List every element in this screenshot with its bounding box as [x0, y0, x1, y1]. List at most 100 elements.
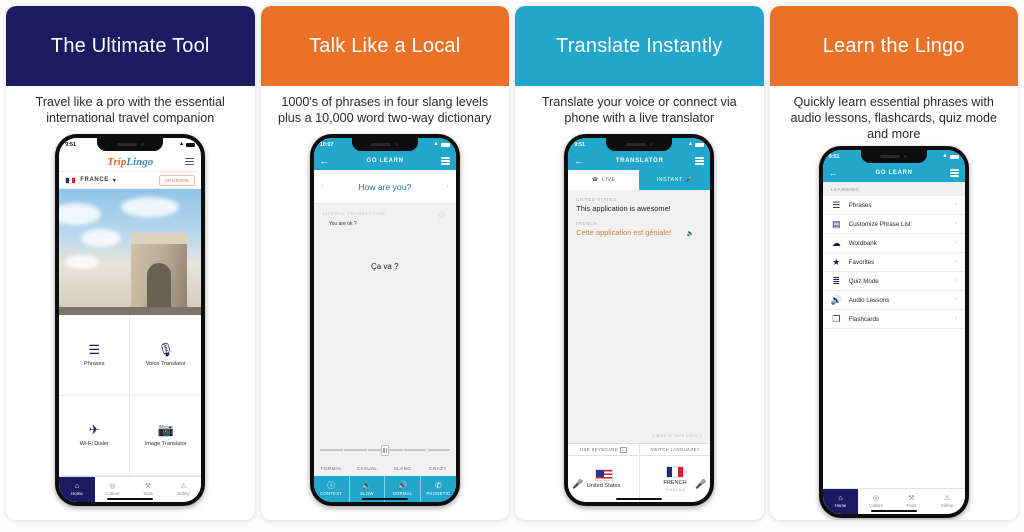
upgrade-button[interactable]: UPGRADE: [158, 174, 196, 186]
arc-de-triomphe-icon: [131, 233, 188, 309]
logo-text-trip: Trip: [107, 155, 127, 168]
list-item-wordbank[interactable]: ☁ Wordbank ›: [822, 234, 965, 253]
chevron-right-icon: ›: [954, 316, 957, 322]
use-keyboard-label: USE KEYBOARD: [580, 447, 619, 452]
tab-label-live: LIVE: [601, 177, 616, 183]
tab-safety[interactable]: ⚠ Safety: [166, 477, 202, 502]
language-left-united-states[interactable]: 🎤 United States: [568, 456, 640, 502]
app-store-screenshot-gallery: The Ultimate Tool Travel like a pro with…: [0, 0, 1024, 532]
tab-live[interactable]: ☎ LIVE: [568, 170, 640, 190]
slang-slider[interactable]: [319, 444, 450, 456]
battery-icon: [186, 142, 196, 148]
hamburger-menu-icon[interactable]: [949, 169, 959, 177]
status-time-2: 10:07: [319, 142, 334, 148]
microphone-icon[interactable]: 🎤: [695, 479, 706, 490]
hamburger-menu-icon[interactable]: [695, 157, 705, 165]
slang-level-slang[interactable]: SLANG: [385, 466, 421, 471]
action-label-slow: SLOW: [360, 491, 374, 496]
current-phrase: How are you?: [358, 181, 412, 192]
phone-notch-2: [351, 138, 418, 151]
card-title-4: Learn the Lingo: [822, 34, 965, 57]
chevron-right-icon: ›: [954, 259, 957, 265]
list-item-audio-lessons[interactable]: 🔊 Audio Lessons ›: [822, 291, 965, 310]
france-flag-icon: [65, 176, 77, 184]
chevron-right-icon: ›: [954, 221, 957, 227]
data-usage-label: 3 MINS OF DATA USED ⓘ: [653, 434, 703, 439]
slider-handle[interactable]: [380, 444, 389, 456]
list-item-customize-phrase-list[interactable]: ▤ Customize Phrase List ›: [822, 215, 965, 234]
phone-notch-3: [606, 138, 673, 151]
chevron-right-icon: ›: [954, 297, 957, 303]
slang-level-labels: FORMAL CASUAL SLANG CRAZY: [313, 460, 456, 476]
grid-item-phrases[interactable]: ☰ Phrases: [59, 315, 131, 396]
learning-menu-list: ☰ Phrases › ▤ Customize Phrase List › ☁ …: [822, 196, 965, 488]
target-text: Cette application est géniale!: [576, 228, 672, 237]
slang-level-crazy[interactable]: CRAZY: [420, 466, 456, 471]
list-label-phrases: Phrases: [848, 201, 872, 209]
next-phrase-button[interactable]: ›: [446, 183, 448, 190]
tab-safety[interactable]: ⚠ Safety: [929, 489, 965, 514]
battery-icon: [949, 154, 959, 160]
chevron-right-icon: ›: [954, 278, 957, 284]
tab-label-tools: Tools: [142, 491, 154, 496]
phonetic-icon: ✆: [435, 481, 442, 490]
hamburger-menu-icon[interactable]: [440, 157, 450, 165]
destination-hero-image: [59, 189, 202, 315]
back-arrow-icon[interactable]: ←: [574, 156, 584, 166]
favorite-star-icon[interactable]: ☆: [437, 211, 447, 222]
tab-instant[interactable]: INSTANT 🎤: [639, 170, 710, 190]
tools-icon: ⚒: [908, 495, 915, 502]
speaker-icon[interactable]: 🔈: [687, 230, 694, 237]
wifi-icon: ▲: [942, 153, 948, 160]
speaker-normal-icon: 🔊: [397, 481, 408, 490]
translator-action-row: USE KEYBOARD ⑅ SWITCH LANGUAGE?: [568, 443, 711, 456]
chevron-down-icon: ▾: [112, 177, 117, 184]
wifi-icon: ▲: [433, 141, 439, 148]
phone-call-icon: ☎: [591, 177, 599, 183]
right-country-label: FRENCH: [663, 480, 687, 486]
grid-item-image-translator[interactable]: 📷 Image Translator: [130, 396, 202, 476]
card-body-1: 9:51 ▲ TripLingo FRANCE ▾ UPGRADE ☰ Phra…: [6, 134, 255, 520]
slang-level-casual[interactable]: CASUAL: [349, 466, 385, 471]
list-label-wordbank: Wordbank: [848, 239, 877, 247]
list-item-favorites[interactable]: ★ Favorites ›: [822, 253, 965, 272]
list-item-quiz-mode[interactable]: ≣ Quiz Mode ›: [822, 272, 965, 291]
tab-label-culture: Culture: [868, 503, 884, 508]
camera-icon: 📷: [157, 422, 174, 438]
feature-card-talk-like-a-local: Talk Like a Local 1000's of phrases in f…: [260, 6, 509, 520]
list-item-phrases[interactable]: ☰ Phrases ›: [822, 196, 965, 215]
hamburger-menu-icon[interactable]: [185, 157, 195, 166]
tab-label-home: Home: [834, 503, 847, 508]
tab-home[interactable]: ⌂ Home: [59, 477, 95, 502]
action-context[interactable]: ⓘ CONTEXT: [314, 476, 350, 502]
use-keyboard-button[interactable]: USE KEYBOARD ⑅: [568, 444, 640, 455]
list-label-quiz-mode: Quiz Mode: [848, 277, 879, 285]
grid-item-wifi-dialer[interactable]: ✈ Wi-Fi Dialer: [59, 395, 131, 476]
action-phonetic[interactable]: ✆ PHONETIC: [421, 476, 456, 502]
phrase-navigator: ‹ How are you? ›: [313, 170, 456, 204]
info-circle-icon[interactable]: ⓘ: [698, 434, 702, 438]
switch-language-button[interactable]: SWITCH LANGUAGE?: [640, 444, 711, 455]
list-item-flashcards[interactable]: ❐ Flashcards ›: [822, 310, 965, 329]
customize-list-icon: ▤: [831, 218, 841, 229]
tab-label-safety: Safety: [940, 503, 954, 508]
card-title-2: Talk Like a Local: [309, 34, 461, 57]
wifi-icon: ▲: [687, 141, 694, 148]
language-right-french[interactable]: FRENCH FRANÇAIS 🎤: [640, 456, 711, 502]
phone-mockup-2: 10:07 ▲ ← GO LEARN ‹ How are you? › LITE…: [309, 134, 460, 506]
grid-label-phrases: Phrases: [83, 360, 105, 367]
back-arrow-icon[interactable]: ←: [829, 168, 839, 178]
tab-home[interactable]: ⌂ Home: [822, 489, 859, 514]
nav-bar-3: ← TRANSLATOR: [568, 152, 711, 170]
speaker-slow-icon: 🔈: [361, 481, 372, 490]
microphone-icon[interactable]: 🎤: [572, 479, 583, 490]
country-selector-bar[interactable]: FRANCE ▾ UPGRADE: [59, 172, 202, 189]
front-camera-icon: [140, 143, 144, 146]
chevron-right-icon: ›: [954, 202, 957, 208]
slang-level-formal[interactable]: FORMAL: [314, 466, 350, 471]
speaker-grill-icon: [371, 143, 392, 146]
back-arrow-icon[interactable]: ←: [320, 156, 330, 166]
grid-item-voice-translator[interactable]: 🎙 Voice Translator: [130, 315, 202, 396]
us-flag-icon: [594, 469, 613, 481]
wordbank-icon: ☁: [831, 237, 841, 248]
